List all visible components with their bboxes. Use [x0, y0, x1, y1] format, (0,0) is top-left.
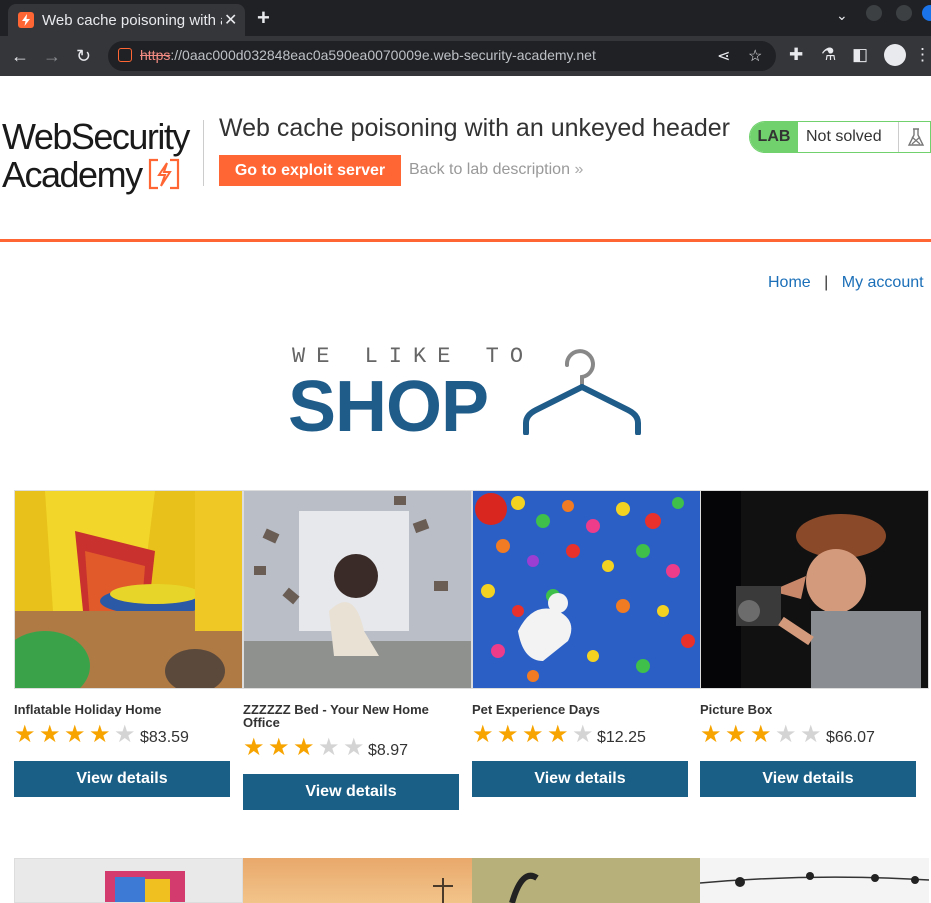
logo-line-1: WebSecurity [2, 116, 190, 157]
my-account-link[interactable]: My account [842, 274, 924, 291]
view-details-button[interactable]: View details [700, 761, 916, 797]
minimize-window-icon[interactable] [866, 5, 882, 21]
rating-stars: ★ ★ ★ ★ ★ [243, 736, 368, 760]
product-name: Inflatable Holiday Home [14, 702, 162, 717]
product-image [472, 858, 701, 903]
tab-search-chevron-icon[interactable]: ⌄ [836, 7, 848, 24]
view-details-button[interactable]: View details [14, 761, 230, 797]
star-icon: ★ [547, 721, 569, 748]
product-price: $12.25 [597, 729, 646, 746]
profile-avatar-icon[interactable] [884, 44, 906, 66]
product-price: $66.07 [826, 729, 875, 746]
header-orange-rule [0, 239, 931, 242]
bookmark-star-icon[interactable]: ☆ [748, 46, 762, 66]
view-details-button[interactable]: View details [472, 761, 688, 797]
product-image [243, 490, 472, 689]
star-icon: ★ [14, 721, 36, 748]
tab-title: Web cache poisoning with an unkeyed head… [42, 12, 222, 29]
star-icon: ★ [750, 721, 772, 748]
not-secure-icon[interactable] [118, 48, 132, 62]
product-name: Pet Experience Days [472, 702, 600, 717]
tab-close-icon[interactable]: ✕ [224, 10, 237, 30]
star-icon: ★ [89, 721, 111, 748]
share-icon[interactable]: ⋖ [717, 46, 730, 66]
product-price: $8.97 [368, 742, 409, 759]
rating-stars: ★ ★ ★ ★ ★ [472, 723, 597, 747]
star-icon: ★ [800, 721, 822, 748]
view-details-button[interactable]: View details [243, 774, 459, 810]
product-image [472, 490, 701, 689]
star-icon: ★ [114, 721, 136, 748]
top-nav: Home | My account [768, 274, 924, 292]
product-image [700, 858, 929, 903]
star-icon: ★ [522, 721, 544, 748]
labs-flask-icon[interactable]: ⚗ [821, 45, 836, 65]
lab-favicon-icon [18, 12, 34, 28]
side-panel-icon[interactable]: ◧ [852, 45, 868, 65]
star-icon: ★ [243, 734, 265, 761]
lab-status-text: Not solved [806, 128, 882, 145]
new-tab-icon[interactable]: + [257, 5, 270, 31]
browser-tab[interactable]: Web cache poisoning with an unkeyed head… [8, 4, 245, 36]
star-icon: ★ [572, 721, 594, 748]
go-to-exploit-server-button[interactable]: Go to exploit server [219, 155, 401, 186]
web-security-academy-logo[interactable]: WebSecurity Academy [2, 116, 190, 194]
url-text: https://0aac000d032848eac0a590ea0070009e… [140, 47, 596, 63]
browser-menu-icon[interactable]: ⋮ [914, 45, 931, 65]
star-icon: ★ [293, 734, 315, 761]
star-icon: ★ [64, 721, 86, 748]
reload-icon[interactable]: ↻ [76, 46, 91, 67]
rating-stars: ★ ★ ★ ★ ★ [14, 723, 139, 747]
product-image [243, 858, 472, 903]
lab-badge: LAB [750, 122, 798, 152]
product-image [700, 490, 929, 689]
product-image [14, 490, 243, 689]
star-icon: ★ [318, 734, 340, 761]
product-price: $83.59 [140, 729, 189, 746]
browser-toolbar: ← → ↻ https://0aac000d032848eac0a590ea00… [0, 36, 931, 76]
star-icon: ★ [343, 734, 365, 761]
star-icon: ★ [725, 721, 747, 748]
nav-separator: | [824, 274, 829, 291]
lab-title: Web cache poisoning with an unkeyed head… [219, 114, 730, 142]
flask-icon [898, 122, 930, 152]
lab-status-widget: LAB Not solved [749, 121, 931, 153]
banner-shop-word: SHOP [288, 367, 489, 447]
product-name: ZZZZZZ Bed - Your New Home Office [243, 702, 429, 730]
star-icon: ★ [39, 721, 61, 748]
star-icon: ★ [472, 721, 494, 748]
back-arrow-icon[interactable]: ← [11, 46, 29, 67]
star-icon: ★ [700, 721, 722, 748]
star-icon: ★ [268, 734, 290, 761]
product-name: Picture Box [700, 702, 773, 717]
extensions-puzzle-icon[interactable]: ✚ [789, 45, 803, 65]
star-icon: ★ [497, 721, 519, 748]
product-image [14, 858, 243, 903]
maximize-window-icon[interactable] [896, 5, 912, 21]
star-icon: ★ [775, 721, 797, 748]
forward-arrow-icon[interactable]: → [43, 46, 61, 67]
back-to-lab-description-link[interactable]: Back to lab description » [409, 161, 583, 179]
rating-stars: ★ ★ ★ ★ ★ [700, 723, 825, 747]
address-bar[interactable]: https://0aac000d032848eac0a590ea0070009e… [108, 41, 776, 71]
home-link[interactable]: Home [768, 274, 811, 291]
header-divider [203, 120, 204, 186]
double-chevron-right-icon: » [574, 161, 584, 178]
browser-tab-bar: Web cache poisoning with an unkeyed head… [0, 0, 931, 36]
clothes-hanger-icon [523, 349, 641, 435]
close-window-icon[interactable] [922, 5, 931, 21]
logo-lightning-icon [148, 158, 180, 190]
